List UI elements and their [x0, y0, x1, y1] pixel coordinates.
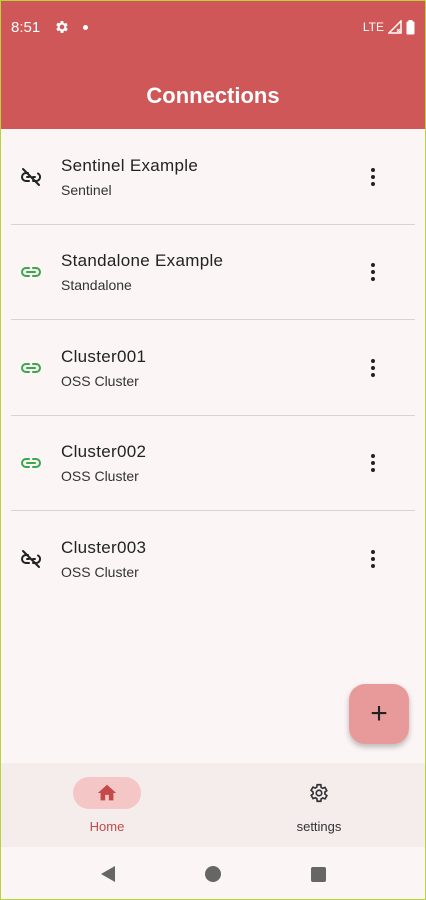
connection-item[interactable]: Cluster001 OSS Cluster	[1, 320, 425, 416]
link-off-icon	[21, 167, 42, 186]
app-screen: 8:51 LTE Connections Sentinel Example Se…	[0, 0, 426, 900]
link-icon	[21, 267, 41, 278]
nav-settings-label: settings	[296, 819, 342, 834]
home-icon	[97, 784, 117, 801]
bottom-navigation: Home settings	[1, 763, 425, 847]
status-indicators: LTE	[362, 19, 415, 35]
back-icon[interactable]	[100, 866, 115, 882]
app-header: 8:51 LTE Connections	[1, 1, 425, 129]
add-connection-button[interactable]: +	[349, 684, 409, 744]
nav-home-label: Home	[89, 819, 125, 834]
status-time: 8:51	[11, 18, 41, 36]
home-circle-icon[interactable]	[204, 866, 221, 882]
link-icon	[21, 362, 41, 373]
more-options-button[interactable]	[365, 356, 381, 380]
nav-settings[interactable]: settings	[213, 763, 425, 847]
nav-home[interactable]: Home	[1, 763, 213, 847]
more-options-button[interactable]	[365, 260, 381, 284]
connection-item[interactable]: Standalone Example Standalone	[1, 225, 425, 320]
connection-list: Sentinel Example Sentinel Standalone Exa…	[1, 129, 425, 607]
more-options-button[interactable]	[365, 451, 381, 475]
signal-icon	[388, 20, 402, 34]
recent-apps-icon[interactable]	[310, 866, 326, 882]
connection-item[interactable]: Cluster002 OSS Cluster	[1, 416, 425, 511]
link-off-icon	[21, 549, 42, 568]
settings-notification-icon	[56, 21, 68, 33]
more-options-button[interactable]	[365, 547, 381, 571]
connection-item[interactable]: Sentinel Example Sentinel	[1, 129, 425, 225]
notification-dot-icon	[83, 24, 89, 30]
link-icon	[21, 458, 41, 469]
connection-item[interactable]: Cluster003 OSS Cluster	[1, 511, 425, 607]
battery-icon	[406, 19, 415, 34]
gear-icon	[310, 783, 328, 803]
page-title: Connections	[146, 83, 280, 108]
nav-home-indicator	[73, 777, 141, 809]
status-bar: 8:51 LTE	[1, 1, 425, 53]
system-navigation-bar	[1, 847, 425, 899]
nav-settings-indicator	[285, 777, 353, 809]
network-type: LTE	[362, 20, 384, 34]
more-options-button[interactable]	[365, 165, 381, 189]
